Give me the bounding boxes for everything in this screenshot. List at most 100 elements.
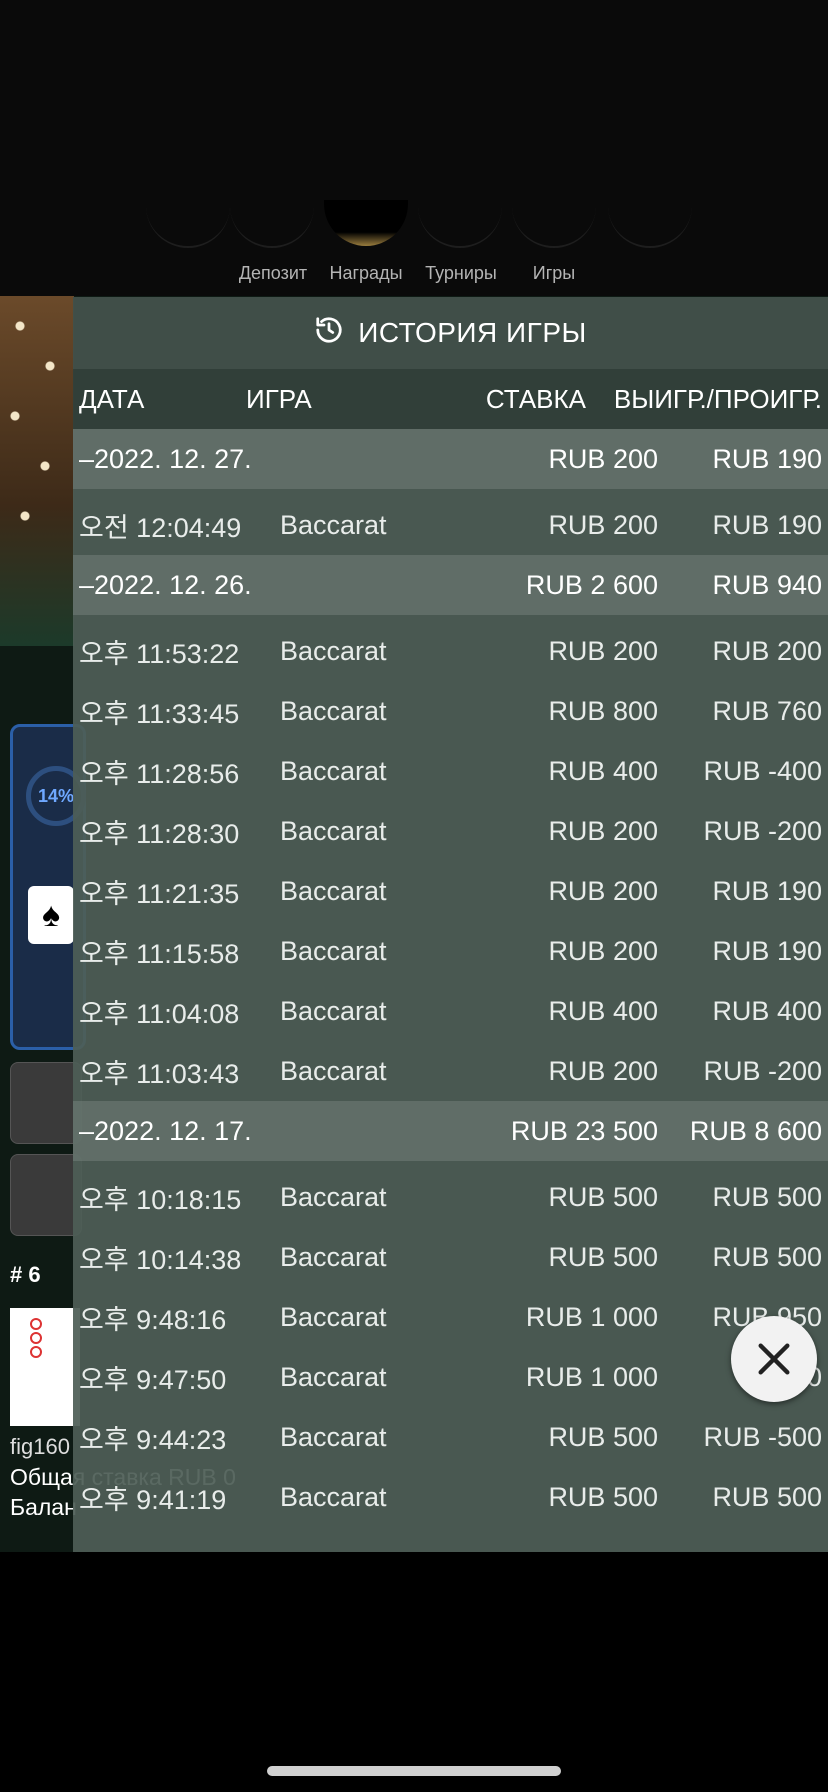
row-bet: RUB 200: [548, 935, 658, 966]
road-dot-icon: [30, 1346, 42, 1358]
row-win-loss: RUB -400: [703, 755, 822, 786]
row-win-loss: RUB 500: [712, 1241, 822, 1272]
column-date: ДАТА: [79, 383, 145, 414]
history-icon: [314, 315, 344, 352]
row-time: 오후 9:41:19: [79, 1484, 227, 1515]
row-time: 오후 11:21:35: [79, 878, 240, 909]
nav-games[interactable]: Игры: [499, 263, 609, 284]
row-win-loss: RUB -500: [703, 1421, 822, 1452]
road-dot-icon: [30, 1332, 42, 1344]
row-game: Baccarat: [280, 1361, 387, 1392]
history-row[interactable]: 오후 11:03:43 Baccarat RUB 200 RUB -200: [73, 1041, 828, 1101]
history-row[interactable]: 오후 10:18:15 Baccarat RUB 500 RUB 500: [73, 1167, 828, 1227]
row-game: Baccarat: [280, 1301, 387, 1332]
top-nav: Депозит Награды Турниры Игры: [0, 0, 828, 296]
row-time: 오후 11:04:08: [79, 998, 240, 1029]
history-list[interactable]: –2022. 12. 27. RUB 200 RUB 190 오전 12:04:49 B…: [73, 429, 828, 1527]
group-win-total: RUB 190: [712, 443, 822, 474]
row-game: Baccarat: [280, 1421, 387, 1452]
row-win-loss: RUB 500: [712, 1481, 822, 1512]
group-bet-total: RUB 23 500: [510, 1115, 658, 1146]
history-row[interactable]: 오후 11:28:56 Baccarat RUB 400 RUB -400: [73, 741, 828, 801]
row-win-loss: RUB 400: [712, 995, 822, 1026]
row-time: 오후 11:33:45: [79, 698, 240, 729]
row-bet: RUB 400: [548, 755, 658, 786]
group-bet-total: RUB 200: [548, 443, 658, 474]
row-bet: RUB 400: [548, 995, 658, 1026]
row-time: 오후 11:28:56: [79, 758, 240, 789]
deposit-icon: [230, 200, 314, 248]
round-number: # 6: [10, 1262, 41, 1287]
live-video: [0, 296, 74, 646]
row-bet: RUB 1 000: [525, 1301, 658, 1332]
history-row[interactable]: 오후 11:28:30 Baccarat RUB 200 RUB -200: [73, 801, 828, 861]
row-bet: RUB 200: [548, 875, 658, 906]
history-title: ИСТОРИЯ ИГРЫ: [358, 317, 587, 348]
row-win-loss: RUB 200: [712, 635, 822, 666]
balance: Балан: [10, 1494, 77, 1520]
row-win-loss: RUB 500: [712, 1181, 822, 1212]
row-time: 오후 11:28:30: [79, 818, 240, 849]
tournaments-icon: [418, 200, 502, 248]
column-game: ИГРА: [246, 383, 312, 414]
nav-icon-partial: [608, 200, 692, 248]
row-game: Baccarat: [280, 815, 387, 846]
group-win-total: RUB 8 600: [689, 1115, 822, 1146]
history-row[interactable]: 오후 9:47:50BaccaratRUB 1 000RUB 0: [73, 1347, 828, 1407]
row-bet: RUB 200: [548, 1055, 658, 1086]
row-time: 오후 10:18:15: [79, 1184, 242, 1215]
date-group-row[interactable]: –2022. 12. 26. RUB 2 600 RUB 940: [73, 555, 828, 615]
row-win-loss: RUB 760: [712, 695, 822, 726]
date-group-row[interactable]: –2022. 12. 27. RUB 200 RUB 190: [73, 429, 828, 489]
bottom-area: [0, 1552, 828, 1792]
row-game: Baccarat: [280, 995, 387, 1026]
group-bet-total: RUB 2 600: [525, 569, 658, 600]
row-game: Baccarat: [280, 875, 387, 906]
nav-rewards[interactable]: Награды: [311, 263, 421, 284]
group-date: –2022. 12. 26.: [79, 569, 252, 600]
row-time: 오후 9:47:50: [79, 1364, 227, 1395]
history-row[interactable]: 오후 10:14:38 Baccarat RUB 500 RUB 500: [73, 1227, 828, 1287]
group-date: –2022. 12. 17.: [79, 1115, 252, 1146]
row-win-loss: RUB 190: [712, 875, 822, 906]
roadmap-thumb: [10, 1308, 80, 1426]
column-win-loss: ВЫИГР./ПРОИГР.: [613, 383, 822, 414]
history-row[interactable]: 오전 12:04:49 Baccarat RUB 200 RUB 190: [73, 495, 828, 555]
row-bet: RUB 200: [548, 509, 658, 540]
row-bet: RUB 500: [548, 1181, 658, 1212]
close-button[interactable]: [731, 1316, 817, 1402]
row-bet: RUB 500: [548, 1421, 658, 1452]
row-time: 오후 9:44:23: [79, 1424, 227, 1455]
bg-button[interactable]: [10, 1154, 82, 1236]
history-row[interactable]: 오후 9:44:23 Baccarat RUB 500 RUB -500: [73, 1407, 828, 1467]
column-headers: ДАТА ИГРА СТАВКА ВЫИГР./ПРОИГР.: [73, 369, 828, 429]
spade-icon[interactable]: ♠: [28, 886, 74, 944]
row-bet: RUB 200: [548, 635, 658, 666]
rewards-icon: [324, 200, 408, 246]
game-history-panel: ИСТОРИЯ ИГРЫ ДАТА ИГРА СТАВКА ВЫИГР./ПРО…: [73, 297, 828, 1552]
row-game: Baccarat: [280, 695, 387, 726]
history-row[interactable]: 오후 9:41:19 Baccarat RUB 500 RUB 500: [73, 1467, 828, 1527]
row-win-loss: RUB 190: [712, 935, 822, 966]
row-time: 오후 9:48:16: [79, 1304, 227, 1335]
road-dot-icon: [30, 1318, 42, 1330]
games-icon: [512, 200, 596, 248]
group-win-total: RUB 940: [712, 569, 822, 600]
row-game: Baccarat: [280, 1481, 387, 1512]
history-row[interactable]: 오후 11:33:45 Baccarat RUB 800 RUB 760: [73, 681, 828, 741]
row-bet: RUB 500: [548, 1241, 658, 1272]
history-row[interactable]: 오후 9:48:16 Baccarat RUB 1 000 RUB 950: [73, 1287, 828, 1347]
row-time: 오전 12:04:49: [79, 512, 242, 543]
history-row[interactable]: 오후 11:04:08 Baccarat RUB 400 RUB 400: [73, 981, 828, 1041]
history-row[interactable]: 오후 11:21:35 Baccarat RUB 200 RUB 190: [73, 861, 828, 921]
date-group-row[interactable]: –2022. 12. 17. RUB 23 500 RUB 8 600: [73, 1101, 828, 1161]
row-win-loss: RUB -200: [703, 1055, 822, 1086]
row-game: Baccarat: [280, 935, 387, 966]
column-bet: СТАВКА: [485, 383, 586, 414]
history-row[interactable]: 오후 11:15:58 Baccarat RUB 200 RUB 190: [73, 921, 828, 981]
row-game: Baccarat: [280, 755, 387, 786]
history-row[interactable]: 오후 11:53:22 Baccarat RUB 200 RUB 200: [73, 621, 828, 681]
bg-button[interactable]: [10, 1062, 82, 1144]
home-indicator[interactable]: [267, 1766, 561, 1776]
history-header: ИСТОРИЯ ИГРЫ: [73, 297, 828, 369]
